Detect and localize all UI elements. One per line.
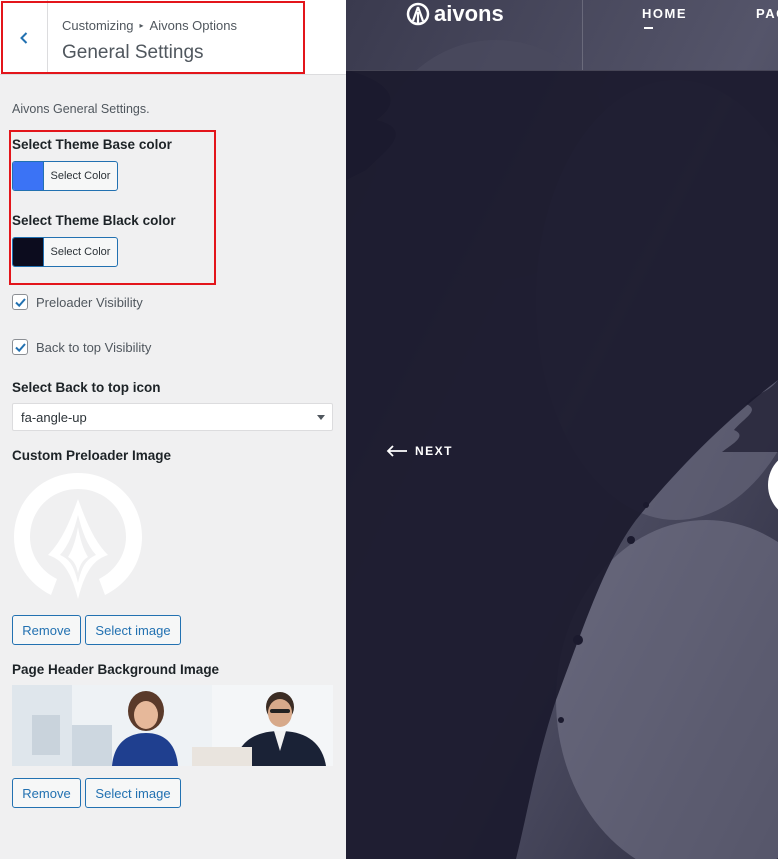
black-color-button-label: Select Color (50, 246, 111, 258)
back-to-top-visibility-checkbox[interactable] (12, 339, 28, 355)
section-description: Aivons General Settings. (12, 102, 150, 116)
breadcrumb-root: Customizing (62, 18, 134, 33)
breadcrumb: Customizing ▸ Aivons Options (62, 18, 237, 33)
black-color-picker[interactable]: Select Color (12, 237, 118, 267)
hero-background-image (346, 0, 778, 859)
header-bg-image-preview (12, 685, 333, 766)
customizer-sidebar: Customizing ▸ Aivons Options General Set… (0, 0, 346, 859)
site-logo-text: aivons (434, 1, 504, 26)
breadcrumb-separator-icon: ▸ (139, 21, 144, 30)
nav-item-pages[interactable]: PAG (756, 6, 778, 21)
chevron-left-icon (19, 31, 27, 44)
checkmark-icon (14, 342, 26, 352)
slider-next-label: NEXT (415, 444, 454, 458)
nav-divider (582, 0, 583, 70)
site-preview: aivons HOME PAG NEXT (346, 0, 778, 859)
nav-bottom-border (346, 70, 778, 71)
base-color-label: Select Theme Base color (12, 137, 172, 152)
arrow-left-icon (386, 445, 407, 457)
back-button[interactable] (0, 0, 48, 75)
aivons-logo-icon (406, 2, 430, 26)
back-to-top-visibility-label: Back to top Visibility (36, 339, 152, 355)
preloader-visibility-label: Preloader Visibility (36, 294, 143, 310)
base-color-swatch (13, 162, 44, 190)
slider-next-link[interactable]: NEXT (386, 444, 453, 458)
back-to-top-icon-label: Select Back to top icon (12, 380, 161, 395)
back-to-top-icon-select[interactable]: fa-angle-up (12, 403, 333, 431)
preloader-visibility-checkbox[interactable] (12, 294, 28, 310)
preloader-logo-image (14, 473, 142, 599)
checkmark-icon (14, 297, 26, 307)
dropdown-arrow-icon (317, 415, 325, 420)
header-bg-remove-button[interactable]: Remove (12, 778, 81, 808)
nav-item-home[interactable]: HOME (642, 6, 687, 21)
preloader-visibility-row: Preloader Visibility (12, 294, 143, 310)
back-to-top-visibility-row: Back to top Visibility (12, 339, 151, 355)
base-color-button-label: Select Color (50, 170, 111, 182)
section-title: General Settings (62, 42, 204, 63)
black-color-swatch (13, 238, 44, 266)
section-header: Customizing ▸ Aivons Options General Set… (0, 0, 346, 75)
preloader-image-label: Custom Preloader Image (12, 448, 172, 463)
back-to-top-icon-value: fa-angle-up (21, 409, 87, 425)
nav-active-indicator (644, 27, 653, 29)
black-color-label: Select Theme Black color (12, 213, 176, 228)
base-color-picker[interactable]: Select Color (12, 161, 118, 191)
preloader-select-image-button[interactable]: Select image (85, 615, 181, 645)
header-bg-image-label: Page Header Background Image (12, 662, 220, 677)
site-logo[interactable]: aivons (406, 0, 504, 28)
breadcrumb-section: Aivons Options (149, 18, 237, 33)
header-bg-select-image-button[interactable]: Select image (85, 778, 181, 808)
preloader-remove-button[interactable]: Remove (12, 615, 81, 645)
